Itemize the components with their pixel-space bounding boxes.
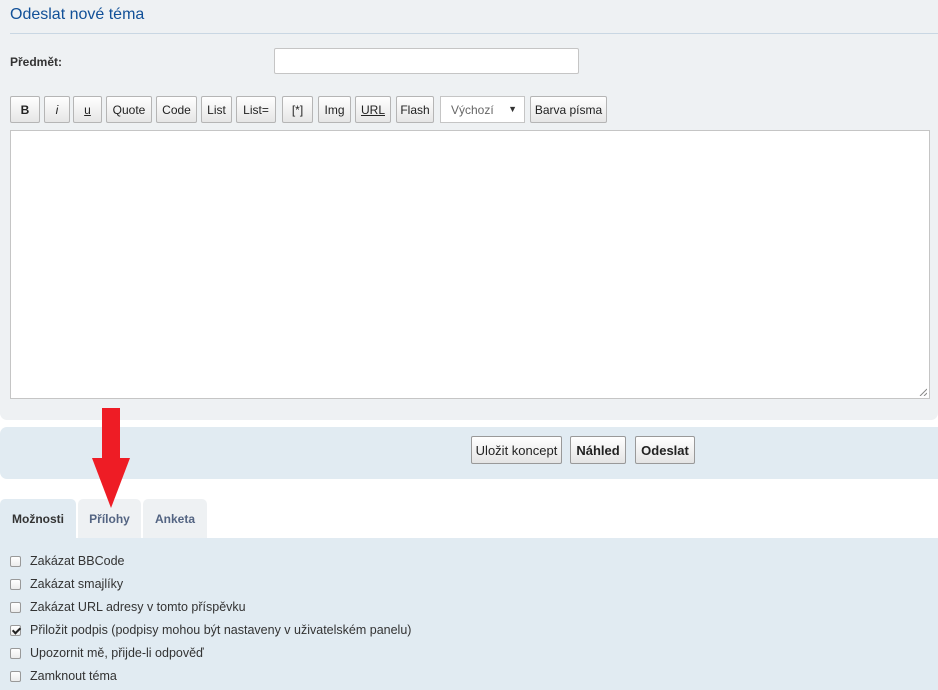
option-disable-smilies[interactable]: Zakázat smajlíky xyxy=(10,576,123,592)
save-draft-button[interactable]: Uložit koncept xyxy=(471,436,562,464)
submit-button[interactable]: Odeslat xyxy=(635,436,695,464)
page-title: Odeslat nové téma xyxy=(10,6,145,23)
title-divider xyxy=(10,33,938,34)
subject-label: Předmět: xyxy=(10,55,63,69)
url-button[interactable]: URL xyxy=(355,96,391,123)
message-textarea[interactable] xyxy=(10,130,930,399)
tab-options[interactable]: Možnosti xyxy=(0,499,76,538)
italic-button[interactable]: i xyxy=(44,96,70,123)
dropdown-arrow-icon: ▼ xyxy=(508,104,517,114)
resize-grip-icon[interactable] xyxy=(919,388,927,396)
tab-poll[interactable]: Anketa xyxy=(143,499,207,538)
checkbox[interactable] xyxy=(10,601,21,613)
option-label: Zamknout téma xyxy=(30,669,117,683)
option-notify-reply[interactable]: Upozornit mě, přijde-li odpověď xyxy=(10,645,204,661)
ordered-list-button[interactable]: List= xyxy=(236,96,276,123)
checkbox[interactable] xyxy=(10,647,21,659)
img-button[interactable]: Img xyxy=(318,96,351,123)
option-label: Upozornit mě, přijde-li odpověď xyxy=(30,646,204,660)
option-label: Zakázat URL adresy v tomto příspěvku xyxy=(30,600,246,614)
option-lock-topic[interactable]: Zamknout téma xyxy=(10,668,117,684)
font-size-select[interactable]: Výchozí ▼ xyxy=(440,96,525,123)
checkbox[interactable] xyxy=(10,670,21,682)
font-size-select-value: Výchozí xyxy=(451,102,494,117)
option-label: Zakázat BBCode xyxy=(30,554,125,568)
option-disable-bbcode[interactable]: Zakázat BBCode xyxy=(10,553,125,569)
preview-button[interactable]: Náhled xyxy=(570,436,626,464)
option-disable-urls[interactable]: Zakázat URL adresy v tomto příspěvku xyxy=(10,599,246,615)
flash-button[interactable]: Flash xyxy=(396,96,434,123)
checkbox-checked[interactable] xyxy=(10,624,21,636)
option-attach-signature[interactable]: Přiložit podpis (podpisy mohou být nasta… xyxy=(10,622,411,638)
red-down-arrow-icon xyxy=(92,408,130,508)
quote-button[interactable]: Quote xyxy=(106,96,152,123)
underline-button[interactable]: u xyxy=(73,96,102,123)
list-item-button[interactable]: [*] xyxy=(282,96,313,123)
font-color-button[interactable]: Barva písma xyxy=(530,96,607,123)
list-button[interactable]: List xyxy=(201,96,232,123)
submit-buttons-panel xyxy=(0,427,938,479)
option-label: Zakázat smajlíky xyxy=(30,577,124,591)
code-button[interactable]: Code xyxy=(156,96,197,123)
option-label: Přiložit podpis (podpisy mohou být nasta… xyxy=(30,623,412,637)
bold-button[interactable]: B xyxy=(10,96,40,123)
subject-input[interactable] xyxy=(274,48,579,74)
checkbox[interactable] xyxy=(10,555,21,567)
checkbox[interactable] xyxy=(10,578,21,590)
